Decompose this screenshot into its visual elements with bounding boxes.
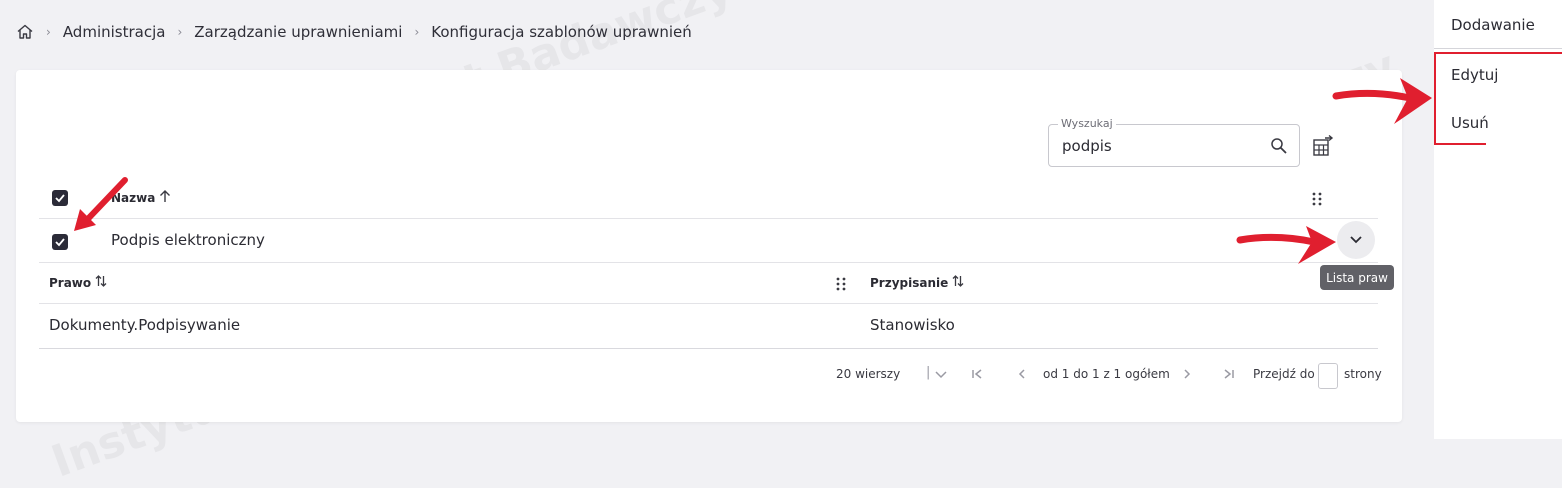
table-bottom-divider (39, 348, 1378, 349)
subtable-cell-prawo: Dokumenty.Podpisywanie (49, 316, 241, 334)
pagination-range: od 1 do 1 z 1 ogółem (1043, 367, 1170, 381)
breadcrumb: › Administracja › Zarządzanie uprawnieni… (16, 20, 692, 44)
search-icon[interactable] (1270, 137, 1288, 155)
search-label: Wyszukaj (1058, 117, 1116, 130)
row-divider (39, 262, 1378, 263)
home-icon[interactable] (16, 23, 34, 41)
rows-per-page[interactable]: 20 wierszy (836, 367, 900, 381)
tooltip: Lista praw (1320, 265, 1394, 290)
search-value[interactable]: podpis (1062, 137, 1112, 155)
row-checkbox[interactable] (52, 234, 68, 250)
chevron-right-icon: › (177, 25, 183, 39)
sort-ascending-icon[interactable] (159, 189, 171, 206)
subtable-cell-przypisanie: Stanowisko (870, 316, 955, 334)
menu-divider (1434, 48, 1562, 49)
subtable-header-prawo[interactable]: Prawo (49, 274, 107, 291)
goto-page-suffix: strony (1344, 367, 1382, 381)
annotation-arrow-icon (1236, 226, 1336, 264)
goto-page-input[interactable] (1318, 363, 1338, 389)
last-page-icon[interactable] (1222, 367, 1236, 385)
next-page-icon[interactable] (1180, 367, 1194, 385)
subtable-header-przypisanie[interactable]: Przypisanie (870, 274, 964, 291)
annotation-highlight-box (1434, 52, 1486, 145)
column-settings-drag-icon[interactable] (1312, 191, 1322, 206)
export-table-icon[interactable] (1312, 134, 1334, 157)
chevron-right-icon: › (414, 25, 420, 39)
expand-row-button[interactable] (1337, 221, 1375, 259)
annotation-arrow-icon (74, 177, 128, 231)
sort-icon[interactable] (952, 274, 964, 291)
menu-item-add[interactable]: Dodawanie (1451, 16, 1535, 34)
chevron-down-icon[interactable] (934, 367, 948, 385)
breadcrumb-item[interactable]: Administracja (63, 23, 166, 41)
select-all-checkbox[interactable] (52, 190, 68, 206)
first-page-icon[interactable] (970, 367, 984, 385)
chevron-right-icon: › (46, 25, 51, 39)
row-divider (39, 218, 1378, 219)
row-name[interactable]: Podpis elektroniczny (111, 231, 265, 249)
column-header-label: Prawo (49, 275, 92, 290)
column-drag-icon[interactable] (836, 276, 846, 291)
annotation-highlight-box-top (1484, 52, 1562, 54)
previous-page-icon[interactable] (1015, 367, 1029, 385)
goto-page-label: Przejdź do (1253, 367, 1315, 381)
breadcrumb-item-current: Konfiguracja szablonów uprawnień (431, 23, 692, 41)
rows-per-page-divider: | (926, 365, 931, 380)
sort-icon[interactable] (95, 274, 107, 291)
breadcrumb-item[interactable]: Zarządzanie uprawnieniami (194, 23, 402, 41)
annotation-arrow-icon (1332, 78, 1432, 124)
column-header-label: Przypisanie (870, 275, 949, 290)
row-divider (39, 303, 1378, 304)
